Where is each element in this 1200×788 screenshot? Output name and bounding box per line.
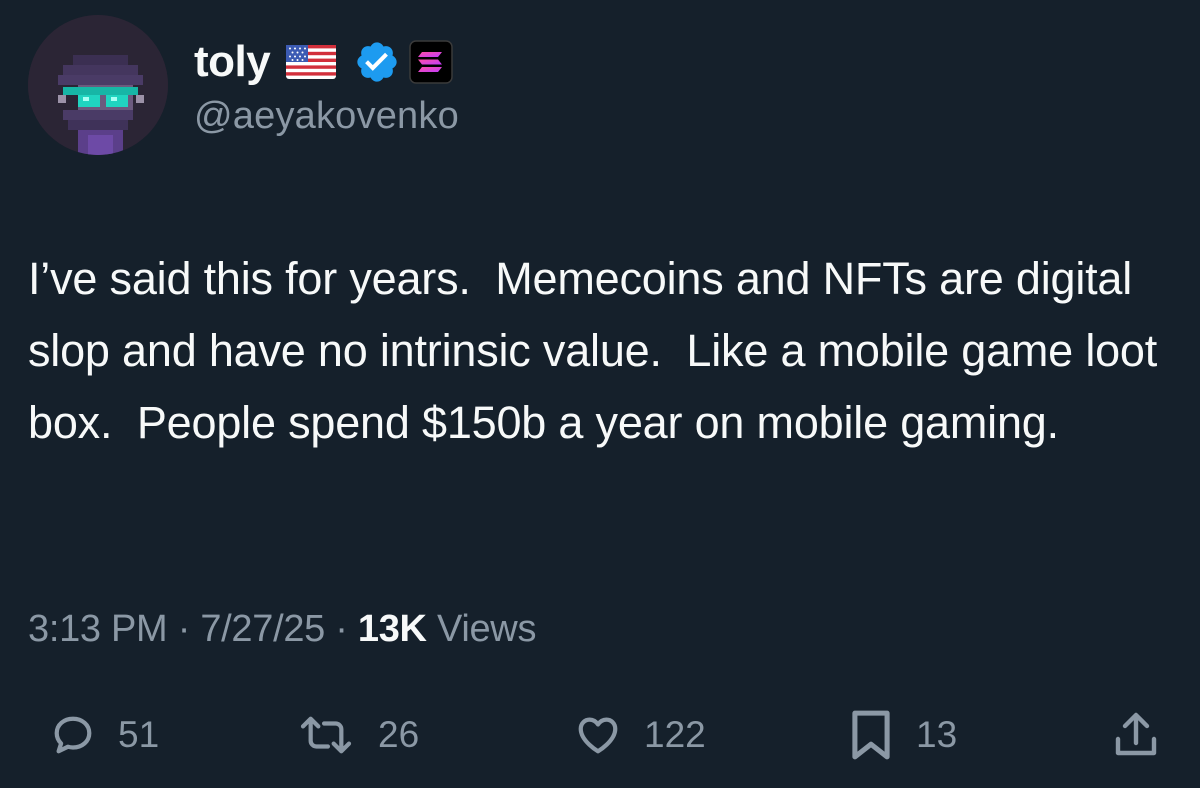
tweet-card: toly @aeyakovenko I’ve said this for yea… [0,0,1200,788]
tweet-text: I’ve said this for years. Memecoins and … [28,253,1170,448]
tweet-time[interactable]: 3:13 PM [28,608,168,650]
solana-affiliate-icon[interactable] [409,39,454,85]
reply-button[interactable]: 51 [50,700,159,770]
author-name-row: toly [194,34,454,90]
action-bar: 51 26 122 13 [0,700,1200,770]
pixel-avatar-image [28,15,168,155]
heart-icon [574,712,622,758]
reply-count: 51 [118,714,160,755]
share-button[interactable] [1112,700,1160,770]
like-button[interactable]: 122 [574,700,706,770]
display-name[interactable]: toly [194,37,271,87]
bookmark-icon [848,707,894,763]
repost-icon [296,712,356,758]
avatar[interactable] [28,15,168,155]
repost-button[interactable]: 26 [296,700,419,770]
bookmark-button[interactable]: 13 [848,700,957,770]
share-icon [1112,709,1160,761]
author-handle[interactable]: @aeyakovenko [194,95,459,138]
tweet-meta: 3:13 PM · 7/27/25 · 13K Views [28,608,536,651]
reply-icon [50,712,96,758]
meta-separator: · [177,608,191,650]
views-label: Views [436,608,537,650]
like-count: 122 [644,714,706,755]
us-flag-icon [282,45,337,79]
verified-icon[interactable] [348,39,400,85]
views-count[interactable]: 13K [358,608,427,650]
tweet-date[interactable]: 7/27/25 [200,608,325,650]
repost-count: 26 [378,714,420,755]
bookmark-count: 13 [916,714,958,755]
meta-separator: · [335,608,348,650]
